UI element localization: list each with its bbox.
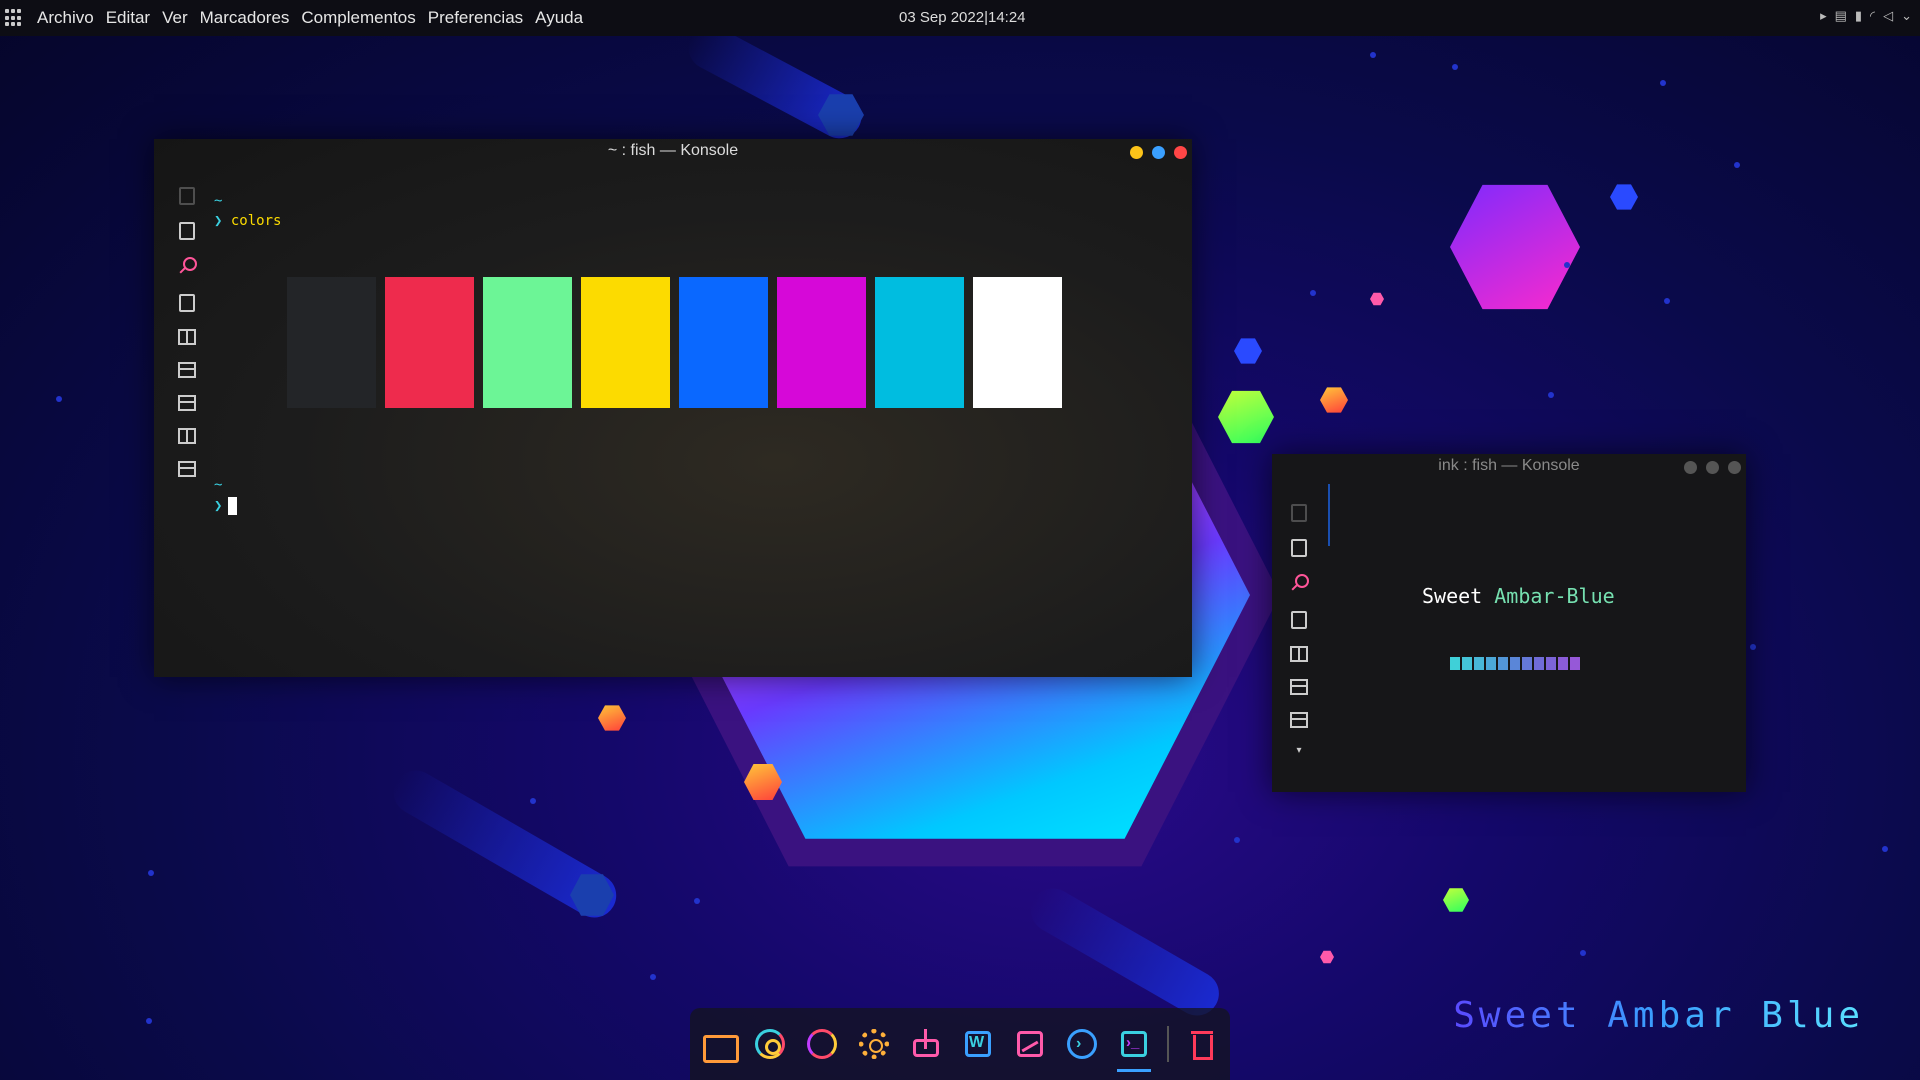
split-horizontal-icon[interactable] [1290,712,1308,728]
swatch-yellow [581,277,670,408]
konsole-window-small[interactable]: ink : fish — Konsole ▾ Sweet Ambar-Blue [1272,454,1746,792]
split-vertical-icon[interactable] [178,329,196,345]
vscode-icon[interactable]: › [1063,1025,1101,1063]
dock: W › ›_ [690,1008,1230,1080]
minimize-button[interactable] [1684,461,1697,474]
menu-ayuda[interactable]: Ayuda [529,8,589,28]
search-icon[interactable] [1289,574,1309,594]
menu-ver[interactable]: Ver [156,8,194,28]
hex-decor [1320,950,1334,964]
system-tray: ▸ ▤ ▮ ◜ ◁ ⌄ [1820,8,1912,24]
desktop-watermark: Sweet Ambar Blue [1453,995,1864,1036]
window-title: ~ : fish — Konsole [607,142,739,159]
gradient-color-bar [1450,657,1580,670]
hex-decor [1610,184,1638,210]
prompt-symbol: ❯ [214,213,223,229]
maximize-button[interactable] [1706,461,1719,474]
konsole-sidebar: ▾ [1284,504,1314,756]
command-line[interactable]: ❯ [214,497,238,515]
hex-decor [1320,387,1348,413]
clock[interactable]: 03 Sep 2022|14:24 [899,9,1026,26]
hex-decor [1234,338,1262,364]
split-horizontal-icon[interactable] [178,461,196,477]
banner-text: Sweet Ambar-Blue [1422,584,1615,608]
swatch-black [287,277,376,408]
menu-archivo[interactable]: Archivo [31,8,100,28]
image-viewer-icon[interactable] [1011,1025,1049,1063]
new-tab-icon[interactable] [1291,611,1307,629]
prompt-symbol: ❯ [214,498,223,514]
menu-marcadores[interactable]: Marcadores [194,8,296,28]
top-panel: Archivo Editar Ver Marcadores Complement… [0,0,1920,36]
close-button[interactable] [1728,461,1741,474]
clipboard-icon[interactable]: ▤ [1835,8,1847,24]
swatch-white [973,277,1062,408]
hex-decor [1370,292,1384,306]
chrome-icon[interactable] [751,1025,789,1063]
network-icon[interactable]: ◜ [1870,8,1875,24]
hex-decor [1218,390,1274,444]
text-cursor [228,497,238,515]
prompt-dir: ~ [214,477,223,493]
close-button[interactable] [1174,146,1187,159]
swatch-green [483,277,572,408]
folder-icon[interactable] [699,1025,739,1063]
hex-decor [1450,184,1580,310]
battery-icon[interactable]: ▮ [1855,8,1862,24]
writer-icon[interactable]: W [959,1025,997,1063]
swatch-blue [679,277,768,408]
copy-icon[interactable] [179,187,195,205]
color-swatches [287,277,1062,408]
new-tab-icon[interactable] [179,294,195,312]
konsole-sidebar [172,187,202,494]
play-icon[interactable]: ▸ [1820,8,1827,24]
settings-icon[interactable] [855,1025,893,1063]
audio-player-icon[interactable] [803,1025,841,1063]
hex-decor [1443,888,1469,912]
konsole-window-main[interactable]: ~ : fish — Konsole ~ ❯ colors ~ ❯ [154,139,1192,677]
download-icon[interactable] [907,1025,945,1063]
minimize-button[interactable] [1130,146,1143,159]
banner-word-sweet: Sweet [1422,584,1483,608]
split-horizontal-icon[interactable] [178,362,196,378]
split-horizontal-icon[interactable] [178,395,196,411]
window-title: ink : fish — Konsole [1438,457,1580,474]
app-launcher-icon[interactable] [5,9,23,27]
split-horizontal-icon[interactable] [1290,679,1308,695]
volume-icon[interactable]: ◁ [1883,8,1893,24]
scroll-indicator [1328,484,1330,546]
swatch-cyan [875,277,964,408]
search-icon[interactable] [177,257,197,277]
menu-complementos[interactable]: Complementos [295,8,421,28]
split-vertical-icon[interactable] [1290,646,1308,662]
light-beam [1023,880,1227,1024]
command-line: ❯ colors [214,213,281,229]
paste-icon[interactable] [179,222,195,240]
prompt-dir: ~ [214,193,223,209]
chevron-down-icon[interactable]: ⌄ [1901,8,1912,24]
split-vertical-icon[interactable] [178,428,196,444]
maximize-button[interactable] [1152,146,1165,159]
copy-icon[interactable] [1291,504,1307,522]
paste-icon[interactable] [1291,539,1307,557]
menu-preferencias[interactable]: Preferencias [422,8,529,28]
chevron-down-icon[interactable]: ▾ [1284,745,1314,756]
trash-icon[interactable] [1183,1025,1221,1063]
terminal-icon[interactable]: ›_ [1115,1025,1153,1072]
hex-decor [598,705,626,731]
swatch-magenta [777,277,866,408]
swatch-red [385,277,474,408]
command-text: colors [230,213,282,229]
banner-word-ambar-blue: Ambar-Blue [1494,584,1615,608]
menu-editar[interactable]: Editar [100,8,156,28]
dock-separator [1167,1026,1169,1062]
